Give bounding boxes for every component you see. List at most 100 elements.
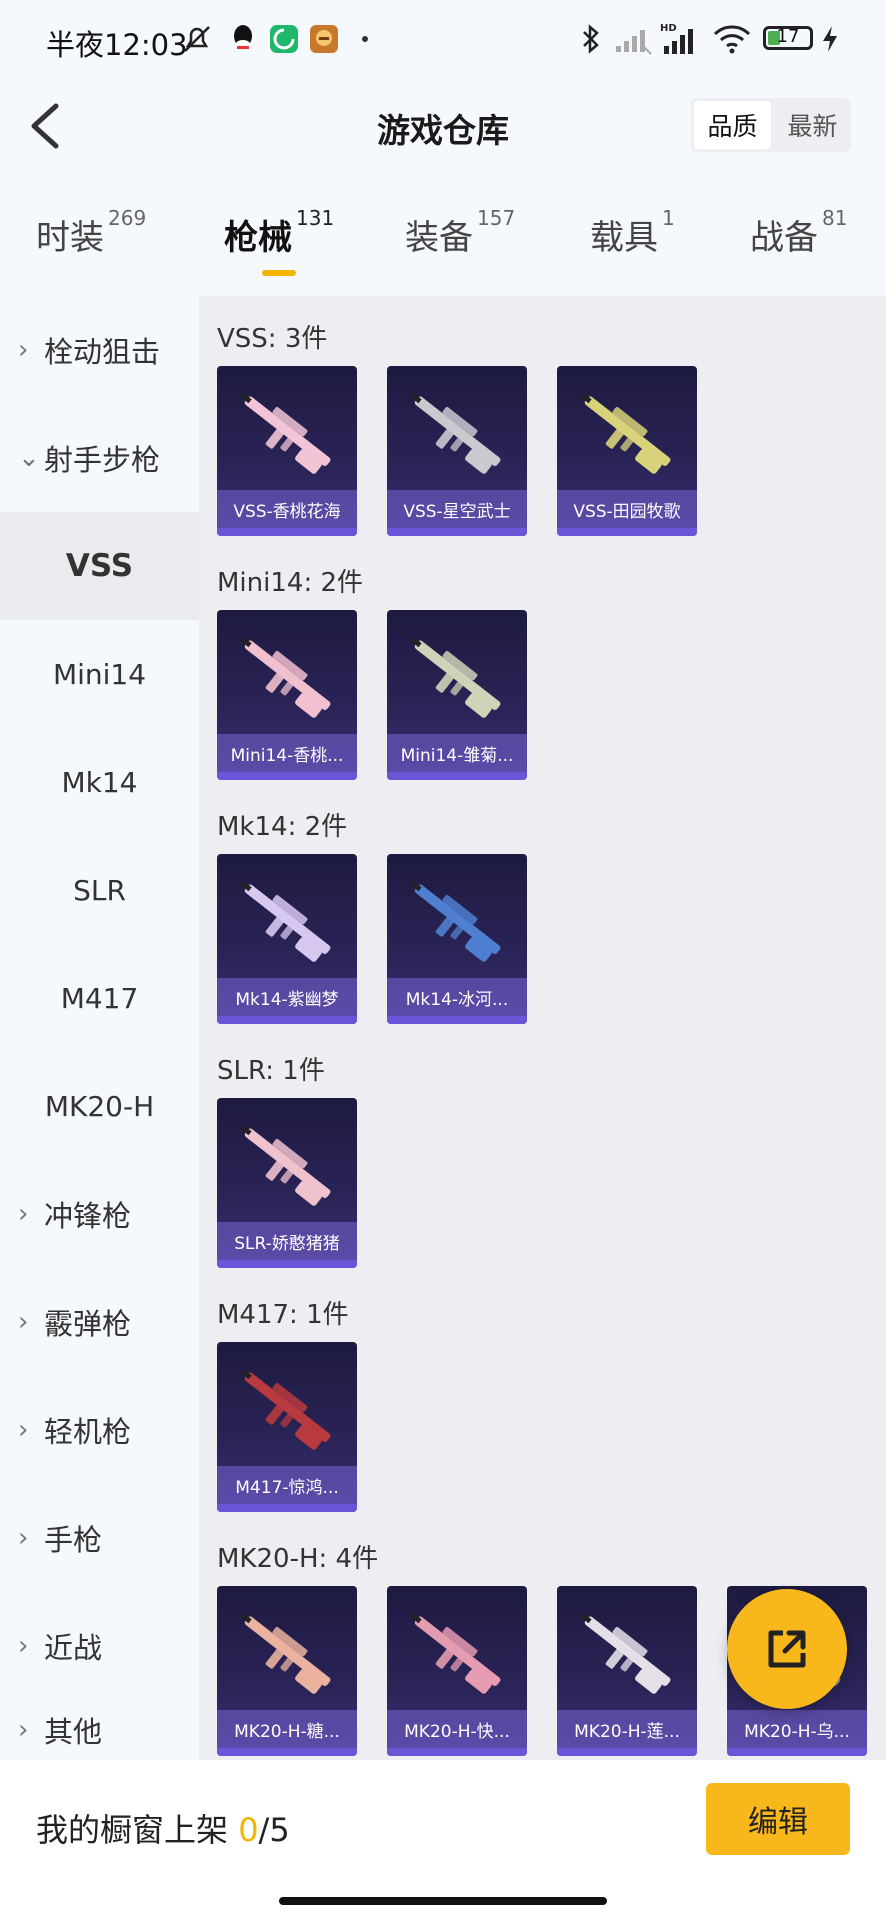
sidebar-item-vss[interactable]: VSS: [0, 512, 199, 620]
weapon-image: [240, 881, 331, 962]
sidebar-item-lmg[interactable]: › 轻机枪: [0, 1376, 199, 1484]
sidebar-item-smg[interactable]: › 冲锋枪: [0, 1160, 199, 1268]
weapon-name: MK20-H-糖...: [217, 1710, 357, 1748]
status-time: 半夜12:03: [46, 28, 188, 62]
weapon-card[interactable]: VSS-田园牧歌: [557, 366, 697, 536]
weapon-card[interactable]: MK20-H-糖...: [217, 1586, 357, 1756]
weapon-image: [240, 1613, 331, 1694]
sidebar-item-label: 手枪: [44, 1523, 103, 1557]
weapon-image: [580, 1613, 671, 1694]
weapon-name: VSS-星空武士: [387, 490, 527, 528]
chevron-down-icon: ⌄: [18, 443, 40, 473]
weapon-card[interactable]: MK20-H-快...: [387, 1586, 527, 1756]
tab-count: 157: [477, 206, 516, 230]
sidebar-item-mini14[interactable]: Mini14: [0, 620, 199, 728]
sidebar-item-mk20h[interactable]: MK20-H: [0, 1052, 199, 1160]
sidebar-item-label: 栓动狙击: [44, 335, 161, 369]
sort-toggle: 品质 最新: [691, 98, 851, 152]
chevron-right-icon: ›: [18, 1715, 29, 1745]
weapon-list: VSS: 3件 Mini14: 2件 Mk14: 2件 SLR: 1件 M417…: [199, 296, 886, 1760]
weapon-image: [240, 393, 331, 474]
home-indicator: [279, 1897, 607, 1905]
tab-label: 时装: [36, 218, 104, 258]
sidebar-item-label: 其他: [44, 1715, 103, 1749]
chevron-right-icon: ›: [18, 1199, 29, 1229]
weapon-name: Mk14-紫幽梦: [217, 978, 357, 1016]
weapon-card[interactable]: SLR-娇憨猪猪: [217, 1098, 357, 1268]
chevron-right-icon: ›: [18, 1523, 29, 1553]
tab-supplies[interactable]: 战备 81: [750, 206, 847, 259]
rarity-bar: [387, 528, 527, 536]
sidebar: › 栓动狙击 ⌄ 射手步枪 VSS Mini14 Mk14 SLR M417 M…: [0, 296, 199, 1760]
weapon-card[interactable]: Mini14-香桃...: [217, 610, 357, 780]
sidebar-item-label: 霰弹枪: [44, 1307, 132, 1341]
weapon-card[interactable]: Mk14-紫幽梦: [217, 854, 357, 1024]
group-title: VSS: 3件: [217, 324, 328, 354]
edit-button[interactable]: 编辑: [706, 1783, 850, 1855]
tab-label: 战备: [750, 218, 818, 258]
tab-vehicles[interactable]: 载具 1: [590, 206, 675, 259]
sidebar-item-other[interactable]: › 其他: [0, 1700, 199, 1760]
tab-equipment[interactable]: 装备 157: [405, 206, 515, 259]
external-link-icon: [768, 1630, 806, 1668]
sidebar-item-label: 射手步枪: [44, 443, 161, 477]
weapon-name: MK20-H-莲...: [557, 1710, 697, 1748]
more-dot-icon: [360, 22, 370, 56]
weapon-card[interactable]: VSS-星空武士: [387, 366, 527, 536]
weapon-card[interactable]: MK20-H-莲...: [557, 1586, 697, 1756]
rarity-bar: [387, 1016, 527, 1024]
sidebar-item-bolt-action[interactable]: › 栓动狙击: [0, 296, 199, 404]
weapon-name: Mini14-香桃...: [217, 734, 357, 772]
bottom-bar: 我的橱窗上架 0/5 编辑: [0, 1760, 886, 1920]
tab-label: 载具: [590, 218, 658, 258]
battery-level: 17: [776, 26, 800, 47]
sidebar-item-label: 近战: [44, 1631, 103, 1665]
status-bar: 半夜12:03 HD 17: [0, 0, 886, 80]
sidebar-item-m417[interactable]: M417: [0, 944, 199, 1052]
app-notification-icon: [268, 22, 300, 56]
rarity-bar: [217, 1748, 357, 1756]
signal-hd-icon: HD: [660, 22, 704, 56]
showcase-count: 我的橱窗上架 0/5: [36, 1805, 290, 1851]
sort-quality-option[interactable]: 品质: [694, 101, 771, 149]
weapon-image: [410, 1613, 501, 1694]
weapon-image: [240, 1369, 331, 1450]
chevron-right-icon: ›: [18, 1415, 29, 1445]
mute-icon: [180, 22, 214, 56]
tab-fashion[interactable]: 时装 269: [36, 206, 146, 259]
chevron-right-icon: ›: [18, 335, 29, 365]
weapon-card[interactable]: Mini14-雏菊...: [387, 610, 527, 780]
sidebar-item-slr[interactable]: SLR: [0, 836, 199, 944]
charging-icon: [820, 22, 840, 56]
sort-latest-option[interactable]: 最新: [774, 98, 851, 152]
weapon-card[interactable]: Mk14-冰河...: [387, 854, 527, 1024]
weapon-card[interactable]: M417-惊鸿...: [217, 1342, 357, 1512]
game-notification-icon: [308, 22, 340, 56]
sidebar-item-shotgun[interactable]: › 霰弹枪: [0, 1268, 199, 1376]
rarity-bar: [727, 1748, 867, 1756]
wifi-icon: [712, 22, 752, 56]
weapon-card[interactable]: VSS-香桃花海: [217, 366, 357, 536]
tab-label: 枪械: [224, 218, 292, 258]
active-tab-indicator: [262, 270, 296, 276]
rarity-bar: [217, 772, 357, 780]
sidebar-item-mk14[interactable]: Mk14: [0, 728, 199, 836]
rarity-bar: [217, 1260, 357, 1268]
rarity-bar: [217, 1016, 357, 1024]
sidebar-item-pistol[interactable]: › 手枪: [0, 1484, 199, 1592]
group-title: MK20-H: 4件: [217, 1544, 379, 1574]
weapon-name: MK20-H-快...: [387, 1710, 527, 1748]
svg-text:HD: HD: [660, 23, 677, 34]
group-title: M417: 1件: [217, 1300, 349, 1330]
weapon-image: [410, 393, 501, 474]
weapon-name: Mini14-雏菊...: [387, 734, 527, 772]
showcase-label: 我的橱窗上架: [36, 1811, 239, 1849]
tab-firearms[interactable]: 枪械 131: [224, 206, 334, 259]
weapon-name: VSS-香桃花海: [217, 490, 357, 528]
share-button[interactable]: [727, 1589, 847, 1709]
sidebar-item-dmr[interactable]: ⌄ 射手步枪: [0, 404, 199, 512]
showcase-total: /5: [258, 1811, 290, 1849]
sidebar-item-melee[interactable]: › 近战: [0, 1592, 199, 1700]
group-title: Mini14: 2件: [217, 568, 364, 598]
bluetooth-icon: [579, 22, 603, 56]
